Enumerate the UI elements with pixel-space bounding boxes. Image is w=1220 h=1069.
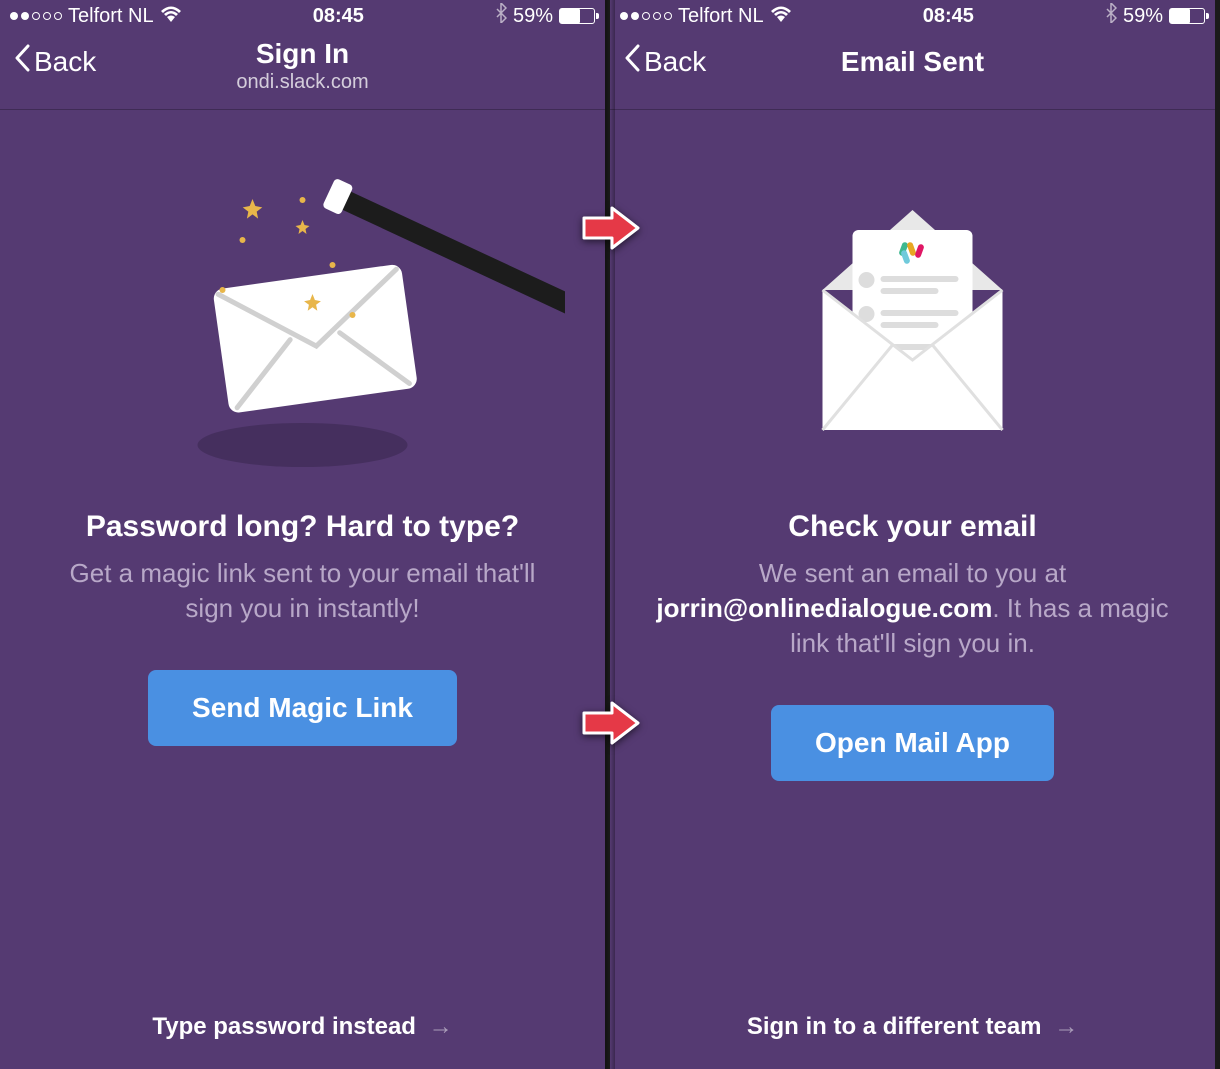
magic-envelope-illustration — [40, 150, 565, 480]
back-button[interactable]: Back — [14, 44, 96, 79]
subtext-prefix: We sent an email to you at — [759, 558, 1066, 588]
send-magic-link-button[interactable]: Send Magic Link — [148, 670, 457, 746]
headline: Password long? Hard to type? — [86, 510, 519, 544]
status-bar: Telfort NL 08:45 59% — [0, 0, 605, 32]
transition-arrow-icon — [582, 700, 642, 746]
signal-dots-icon — [620, 12, 672, 20]
wifi-icon — [770, 5, 792, 28]
different-team-link[interactable]: Sign in to a different team → — [610, 1013, 1215, 1041]
battery-percent: 59% — [513, 5, 553, 28]
wifi-icon — [160, 5, 182, 28]
open-mail-app-button[interactable]: Open Mail App — [771, 705, 1054, 781]
transition-arrow-icon — [582, 205, 642, 251]
type-password-link[interactable]: Type password instead → — [0, 1013, 605, 1041]
bluetooth-icon — [1105, 3, 1117, 29]
chevron-left-icon — [14, 44, 30, 79]
open-envelope-illustration — [650, 150, 1175, 480]
back-button[interactable]: Back — [624, 44, 706, 79]
arrow-right-icon: → — [1054, 1013, 1078, 1040]
signal-dots-icon — [10, 12, 62, 20]
screen-sign-in: Telfort NL 08:45 59% Ba — [0, 0, 605, 1069]
nav-bar: Back Sign In ondi.slack.com — [0, 32, 605, 110]
carrier-label: Telfort NL — [68, 5, 154, 28]
status-bar: Telfort NL 08:45 59% — [610, 0, 1215, 32]
back-label: Back — [34, 46, 96, 78]
footer-label: Type password instead — [152, 1013, 416, 1040]
chevron-left-icon — [624, 44, 640, 79]
bluetooth-icon — [495, 3, 507, 29]
headline: Check your email — [788, 510, 1036, 544]
status-time: 08:45 — [923, 5, 974, 28]
carrier-label: Telfort NL — [678, 5, 764, 28]
email-address: jorrin@onlinedialogue.com — [656, 593, 992, 623]
subtext: We sent an email to you at jorrin@online… — [653, 556, 1173, 661]
back-label: Back — [644, 46, 706, 78]
arrow-right-icon: → — [429, 1013, 453, 1040]
battery-icon — [1169, 8, 1205, 24]
nav-bar: Back Email Sent — [610, 32, 1215, 110]
subtext: Get a magic link sent to your email that… — [43, 556, 563, 626]
battery-percent: 59% — [1123, 5, 1163, 28]
screen-email-sent: Telfort NL 08:45 59% Ba — [610, 0, 1215, 1069]
status-time: 08:45 — [313, 5, 364, 28]
battery-icon — [559, 8, 595, 24]
footer-label: Sign in to a different team — [747, 1013, 1042, 1040]
